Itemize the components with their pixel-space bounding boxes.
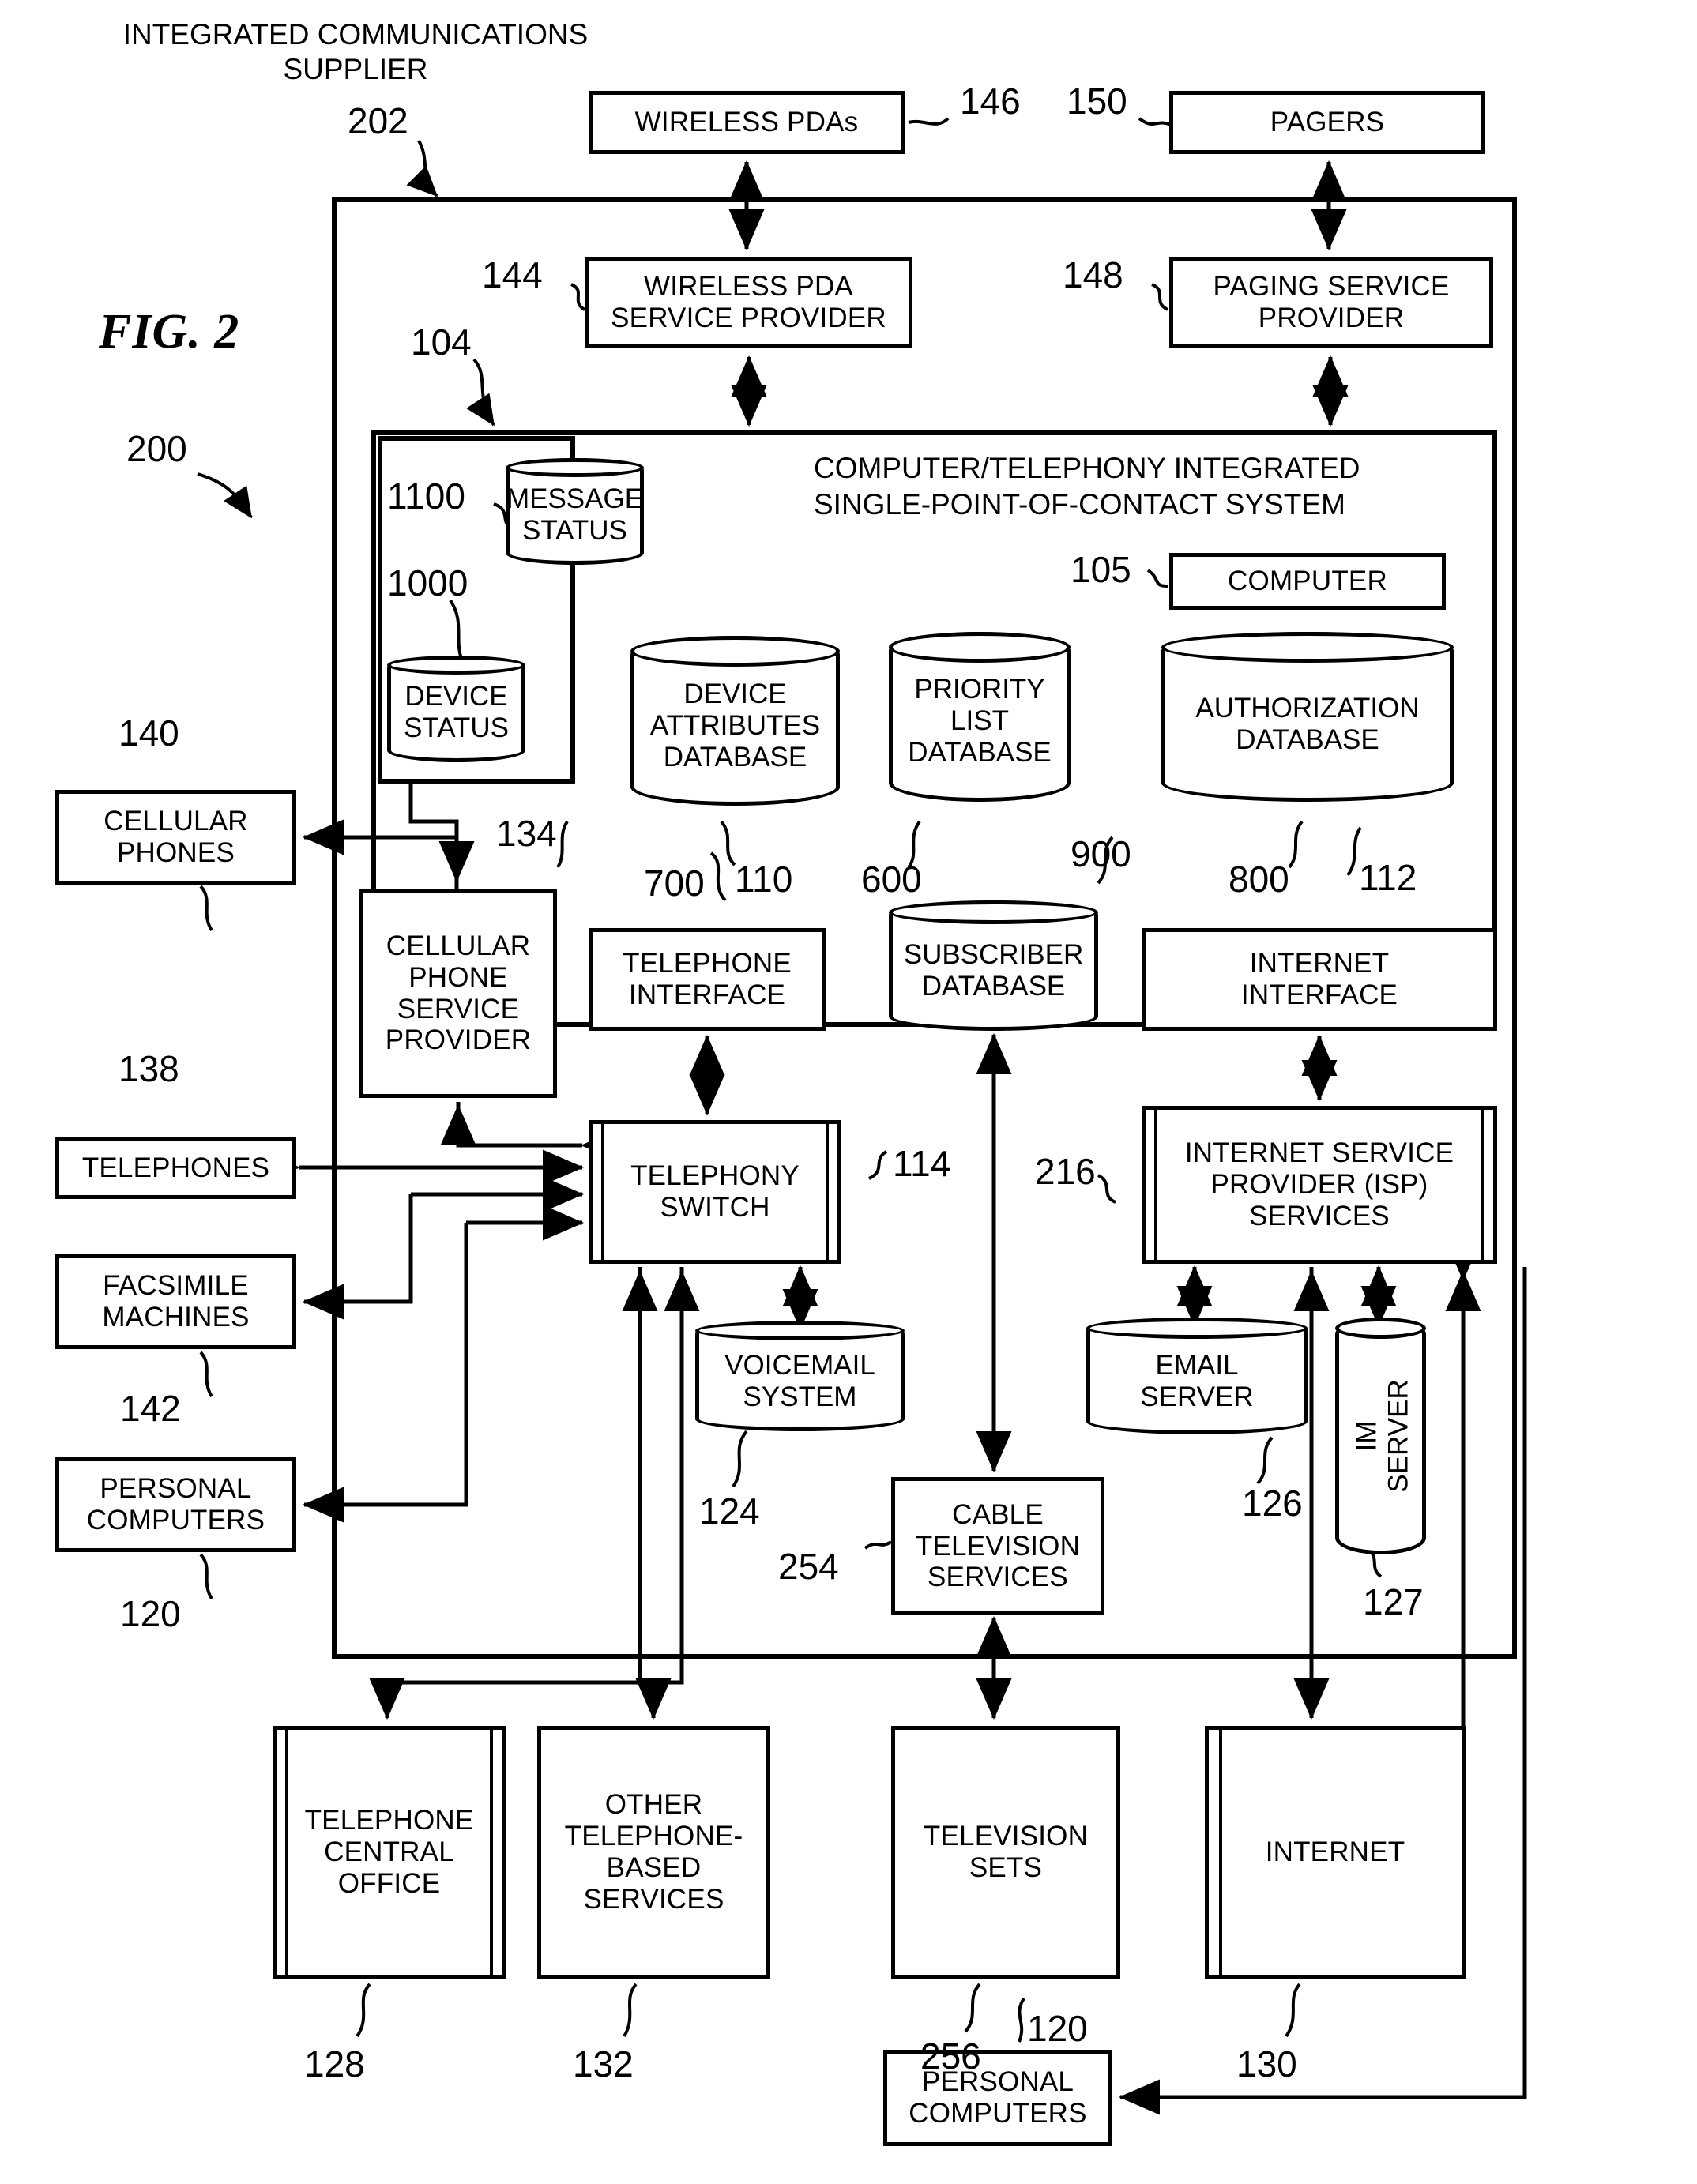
telephones-box[interactable]: TELEPHONES xyxy=(55,1137,296,1199)
other-telephone-services-ref: 132 xyxy=(573,2043,634,2084)
message-status-label: MESSAGE STATUS xyxy=(506,483,644,546)
cable-tv-services-label: CABLE TELEVISION SERVICES xyxy=(915,1498,1081,1593)
inner-system-title: COMPUTER/TELEPHONY INTEGRATED SINGLE-POI… xyxy=(814,452,1360,521)
email-server-ref: 126 xyxy=(1242,1483,1303,1524)
device-status-ref: 1000 xyxy=(387,562,468,603)
device-status-cylinder[interactable]: DEVICE STATUS xyxy=(387,656,525,762)
cellular-phone-service-provider-box[interactable]: CELLULAR PHONE SERVICE PROVIDER xyxy=(359,889,557,1098)
internet-interface-box[interactable]: INTERNET INTERFACE xyxy=(1142,928,1497,1031)
telephones-ref: 138 xyxy=(119,1048,179,1089)
cellular-phones-label: CELLULAR PHONES xyxy=(103,806,248,868)
telephone-interface-label: TELEPHONE INTERFACE xyxy=(623,948,792,1010)
telephone-central-office-box[interactable]: TELEPHONE CENTRAL OFFICE xyxy=(273,1726,506,1979)
subscriber-db-ref: 900 xyxy=(1071,833,1131,874)
wireless-pda-service-provider-box[interactable]: WIRELESS PDA SERVICE PROVIDER xyxy=(585,257,912,348)
pagers-ref: 150 xyxy=(1067,81,1127,122)
computer-label: COMPUTER xyxy=(1228,566,1387,597)
telephony-switch-ref: 114 xyxy=(893,1143,951,1184)
priority-list-database-cylinder[interactable]: PRIORITY LIST DATABASE xyxy=(889,632,1071,802)
internet-interface-label: INTERNET INTERFACE xyxy=(1240,948,1398,1010)
cellular-phones-ref: 140 xyxy=(119,712,179,754)
isp-services-ref: 216 xyxy=(1035,1151,1096,1192)
paging-sp-label: PAGING SERVICE PROVIDER xyxy=(1213,270,1450,333)
telephone-central-office-label: TELEPHONE CENTRAL OFFICE xyxy=(304,1805,474,1899)
computer-ref: 105 xyxy=(1071,549,1131,590)
cellular-phones-box[interactable]: CELLULAR PHONES xyxy=(55,790,296,885)
message-status-cylinder[interactable]: MESSAGE STATUS xyxy=(506,458,644,565)
telephony-switch-label: TELEPHONY SWITCH xyxy=(630,1160,800,1223)
television-sets-label: TELEVISION SETS xyxy=(923,1821,1089,1883)
paging-sp-ref: 148 xyxy=(1063,254,1123,295)
personal-computers-left-box[interactable]: PERSONAL COMPUTERS xyxy=(55,1457,296,1552)
im-server-label: IM SERVER xyxy=(1351,1379,1414,1493)
wireless-pda-sp-label: WIRELESS PDA SERVICE PROVIDER xyxy=(611,270,886,333)
subscriber-database-cylinder[interactable]: SUBSCRIBER DATABASE xyxy=(889,900,1098,1031)
cylinder-top xyxy=(1335,1318,1426,1339)
facsimile-machines-box[interactable]: FACSIMILE MACHINES xyxy=(55,1254,296,1349)
inner-system-ref: 104 xyxy=(411,321,472,363)
telephone-interface-box[interactable]: TELEPHONE INTERFACE xyxy=(589,928,826,1031)
system-ref: 200 xyxy=(126,428,187,469)
wireless-pdas-box[interactable]: WIRELESS PDAs xyxy=(589,91,905,154)
telephone-central-office-ref: 128 xyxy=(304,2043,365,2084)
television-sets-ref-2: 120 xyxy=(1027,2008,1088,2049)
device-attributes-database-cylinder[interactable]: DEVICE ATTRIBUTES DATABASE xyxy=(630,636,840,806)
facsimile-machines-label: FACSIMILE MACHINES xyxy=(102,1270,250,1333)
telephony-switch-box[interactable]: TELEPHONY SWITCH xyxy=(589,1120,841,1264)
television-sets-ref: 256 xyxy=(920,2036,981,2077)
isp-services-label: INTERNET SERVICE PROVIDER (ISP) SERVICES xyxy=(1184,1137,1454,1231)
device-status-label: DEVICE STATUS xyxy=(404,680,509,743)
television-sets-box[interactable]: TELEVISION SETS xyxy=(891,1726,1120,1979)
other-telephone-services-label: OTHER TELEPHONE- BASED SERVICES xyxy=(564,1789,743,1915)
device-attributes-db-ref: 700 xyxy=(644,863,705,904)
authorization-db-label: AUTHORIZATION DATABASE xyxy=(1195,692,1420,755)
subscriber-db-label: SUBSCRIBER DATABASE xyxy=(903,939,1084,1002)
cable-tv-services-ref: 254 xyxy=(778,1546,839,1587)
priority-list-db-label: PRIORITY LIST DATABASE xyxy=(908,674,1052,769)
personal-computers-bottom-box[interactable]: PERSONAL COMPUTERS xyxy=(883,2050,1112,2146)
message-status-ref: 1100 xyxy=(387,476,465,517)
supplier-caption: INTEGRATED COMMUNICATIONS SUPPLIER xyxy=(122,18,589,86)
wireless-pda-sp-ref: 144 xyxy=(482,254,543,295)
cellular-phone-sp-label: CELLULAR PHONE SERVICE PROVIDER xyxy=(385,930,532,1056)
other-telephone-based-services-box[interactable]: OTHER TELEPHONE- BASED SERVICES xyxy=(537,1726,770,1979)
computer-box[interactable]: COMPUTER xyxy=(1169,553,1446,610)
figure-label: FIG. 2 xyxy=(99,305,240,359)
patent-figure-2: INTEGRATED COMMUNICATIONS SUPPLIER 202 F… xyxy=(0,0,1697,2184)
cable-television-services-box[interactable]: CABLE TELEVISION SERVICES xyxy=(891,1477,1104,1615)
pagers-label: PAGERS xyxy=(1270,107,1385,138)
personal-computers-left-ref: 120 xyxy=(120,1593,181,1634)
wireless-pdas-label: WIRELESS PDAs xyxy=(634,107,859,138)
facsimile-machines-ref: 142 xyxy=(120,1388,181,1429)
isp-services-box[interactable]: INTERNET SERVICE PROVIDER (ISP) SERVICES xyxy=(1142,1106,1497,1264)
authorization-db-ref: 800 xyxy=(1229,859,1289,900)
voicemail-system-cylinder[interactable]: VOICEMAIL SYSTEM xyxy=(695,1321,905,1431)
authorization-database-cylinder[interactable]: AUTHORIZATION DATABASE xyxy=(1161,632,1454,802)
voicemail-system-ref: 124 xyxy=(699,1490,760,1532)
paging-service-provider-box[interactable]: PAGING SERVICE PROVIDER xyxy=(1169,257,1493,348)
telephones-label: TELEPHONES xyxy=(81,1152,270,1184)
voicemail-system-label: VOICEMAIL SYSTEM xyxy=(724,1349,875,1412)
personal-computers-left-label: PERSONAL COMPUTERS xyxy=(86,1473,265,1536)
im-server-cylinder[interactable]: IM SERVER xyxy=(1335,1318,1426,1554)
telephone-interface-ref: 110 xyxy=(735,859,793,900)
supplier-ref: 202 xyxy=(348,100,408,141)
internet-ref: 130 xyxy=(1236,2043,1297,2084)
pagers-box[interactable]: PAGERS xyxy=(1169,91,1485,154)
internet-label: INTERNET xyxy=(1265,1836,1405,1868)
device-attributes-db-label: DEVICE ATTRIBUTES DATABASE xyxy=(649,679,821,773)
internet-box[interactable]: INTERNET xyxy=(1205,1726,1466,1979)
wireless-pdas-ref: 146 xyxy=(960,81,1021,122)
im-server-ref: 127 xyxy=(1363,1581,1424,1622)
internet-interface-ref: 112 xyxy=(1359,857,1417,898)
priority-list-db-ref: 600 xyxy=(861,859,922,900)
cellular-phone-sp-ref: 134 xyxy=(496,813,557,854)
